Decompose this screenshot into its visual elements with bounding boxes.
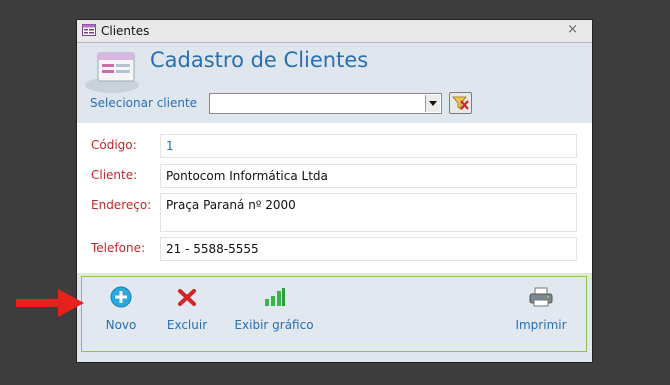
chevron-down-icon — [429, 101, 437, 106]
delete-x-icon — [178, 289, 196, 306]
title-bar: Clientes × — [77, 20, 592, 43]
excluir-label: Excluir — [166, 318, 208, 332]
combo-dropdown-button[interactable] — [425, 95, 440, 112]
cliente-label: Cliente: — [91, 168, 138, 182]
window-title: Clientes — [101, 24, 150, 38]
exibir-grafico-label: Exibir gráfico — [234, 318, 314, 332]
select-client-combo[interactable] — [209, 93, 442, 114]
form-header-icon — [85, 52, 139, 93]
telefone-field[interactable]: 21 - 5588-5555 — [160, 237, 577, 261]
bar-chart-icon — [265, 288, 285, 306]
form-title: Cadastro de Clientes — [150, 48, 369, 72]
footer-section: Novo Excluir Exibir gráfico Imprimir — [81, 276, 587, 352]
endereco-label: Endereço: — [91, 198, 152, 212]
clientes-window: Clientes × Cadastro de Clientes Selecion… — [76, 19, 593, 363]
endereco-field[interactable]: Praça Paraná nº 2000 — [160, 193, 577, 232]
clear-filter-icon — [452, 96, 469, 110]
imprimir-label: Imprimir — [515, 318, 567, 332]
codigo-field[interactable]: 1 — [160, 134, 577, 158]
select-client-label: Selecionar cliente — [90, 96, 198, 110]
close-button[interactable]: × — [567, 22, 578, 37]
form-window-icon — [82, 24, 96, 36]
printer-icon — [529, 287, 553, 307]
telefone-label: Telefone: — [91, 241, 145, 255]
codigo-label: Código: — [91, 138, 137, 152]
exibir-grafico-button[interactable]: Exibir gráfico — [232, 286, 316, 332]
excluir-button[interactable]: Excluir — [162, 286, 212, 332]
novo-label: Novo — [105, 318, 137, 332]
clear-filter-button[interactable] — [449, 92, 472, 114]
detail-section: Código: 1 Cliente: Pontocom Informática … — [77, 123, 592, 273]
imprimir-button[interactable]: Imprimir — [508, 286, 574, 332]
novo-button[interactable]: Novo — [93, 286, 149, 332]
red-arrow-icon — [16, 289, 84, 317]
plus-circle-icon — [110, 286, 132, 308]
cliente-field[interactable]: Pontocom Informática Ltda — [160, 164, 577, 188]
